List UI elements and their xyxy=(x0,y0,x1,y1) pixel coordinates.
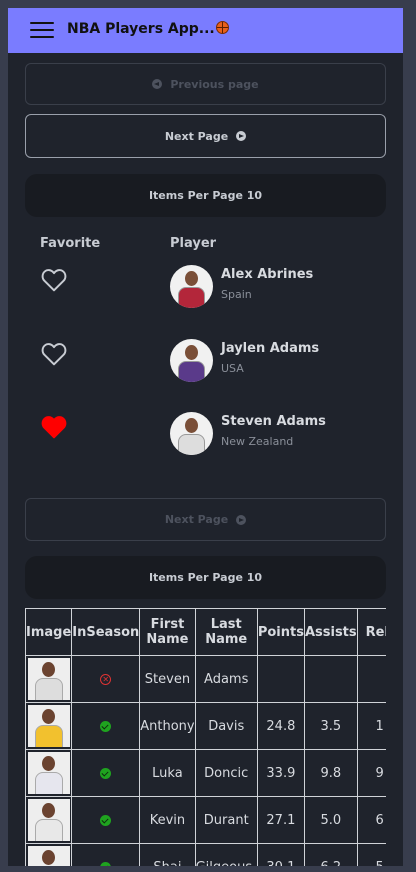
items-per-page-select-bottom[interactable]: Items Per Page 10 xyxy=(25,556,386,599)
check-circle-icon xyxy=(100,767,112,779)
menu-icon[interactable] xyxy=(30,22,54,40)
previous-page-button[interactable]: Previous page xyxy=(25,63,386,105)
cell-points: 24.8 xyxy=(256,702,305,750)
header-last-name: Last Name xyxy=(194,608,258,656)
player-country: New Zealand xyxy=(221,435,294,448)
player-avatar xyxy=(170,265,213,308)
cell-image xyxy=(25,702,73,750)
player-column-header: Player xyxy=(170,236,217,251)
cell-last-name: Gilgeous- xyxy=(194,843,258,866)
cell-rebounds: 5 xyxy=(356,843,386,866)
cell-last-name: Durant xyxy=(194,796,258,844)
cell-first-name: Anthony xyxy=(139,702,196,750)
cell-last-name: Davis xyxy=(194,702,258,750)
cell-rebounds xyxy=(356,655,386,703)
cell-inseason: ✕ xyxy=(71,655,141,703)
cell-assists: 3.5 xyxy=(303,702,358,750)
cell-image xyxy=(25,796,73,844)
heart-outline-icon[interactable] xyxy=(41,268,67,292)
next-page-button-bottom[interactable]: Next Page xyxy=(25,498,386,541)
arrow-right-circle-icon xyxy=(236,514,247,525)
favorite-column-header: Favorite xyxy=(40,236,101,251)
table-header-row: Image InSeason First Name Last Name Poin… xyxy=(25,608,386,656)
app-title: NBA Players App... xyxy=(67,21,229,37)
player-name[interactable]: Steven Adams xyxy=(221,414,326,429)
cell-points: 30.1 xyxy=(256,843,305,866)
players-table[interactable]: Image InSeason First Name Last Name Poin… xyxy=(25,608,386,866)
cell-points xyxy=(256,655,305,703)
cell-assists xyxy=(303,655,358,703)
arrow-right-circle-icon xyxy=(236,131,247,141)
player-name[interactable]: Jaylen Adams xyxy=(221,341,319,356)
table-row[interactable]: Anthony Davis 24.8 3.5 1 xyxy=(25,702,386,750)
player-thumbnail xyxy=(27,658,70,700)
arrow-left-circle-icon xyxy=(152,79,163,89)
cell-last-name: Doncic xyxy=(194,749,258,797)
cell-rebounds: 1 xyxy=(356,702,386,750)
table-row[interactable]: ✕ Steven Adams xyxy=(25,655,386,703)
table-row[interactable]: ShaiGilgeous-30.16.25 xyxy=(25,843,386,866)
heart-filled-icon[interactable] xyxy=(41,415,67,439)
cell-assists: 9.8 xyxy=(303,749,358,797)
cell-inseason xyxy=(71,702,141,750)
header-image: Image xyxy=(25,608,73,656)
header-assists: Assists xyxy=(303,608,358,656)
cell-image xyxy=(25,843,73,866)
basketball-icon xyxy=(215,21,229,34)
table-row[interactable]: Luka Doncic 33.9 9.8 9 xyxy=(25,749,386,797)
player-avatar xyxy=(170,339,213,382)
check-circle-icon xyxy=(100,861,112,866)
player-thumbnail xyxy=(27,799,70,841)
items-per-page-select[interactable]: Items Per Page 10 xyxy=(25,174,386,217)
cell-first-name: Steven xyxy=(139,655,196,703)
next-page-button[interactable]: Next Page xyxy=(25,114,386,158)
header-inseason: InSeason xyxy=(71,608,141,656)
cell-last-name: Adams xyxy=(194,655,258,703)
header-points: Points xyxy=(256,608,305,656)
check-circle-icon xyxy=(100,720,112,732)
player-thumbnail xyxy=(27,705,70,747)
cell-first-name: Shai xyxy=(139,843,196,866)
cell-first-name: Kevin xyxy=(139,796,196,844)
cell-first-name: Luka xyxy=(139,749,196,797)
app-frame: NBA Players App... Previous page Next Pa… xyxy=(8,8,403,866)
player-thumbnail xyxy=(27,752,70,794)
cell-points: 27.1 xyxy=(256,796,305,844)
player-country: Spain xyxy=(221,288,252,301)
cell-rebounds: 9 xyxy=(356,749,386,797)
cell-inseason xyxy=(71,843,141,866)
cell-points: 33.9 xyxy=(256,749,305,797)
cell-assists: 6.2 xyxy=(303,843,358,866)
cell-assists: 5.0 xyxy=(303,796,358,844)
check-circle-icon xyxy=(100,814,112,826)
app-bar: NBA Players App... xyxy=(8,8,403,53)
cell-inseason xyxy=(71,749,141,797)
x-circle-icon: ✕ xyxy=(100,673,112,685)
player-name[interactable]: Alex Abrines xyxy=(221,267,313,282)
header-first-name: First Name xyxy=(139,608,196,656)
header-rebounds: Reb xyxy=(356,608,386,656)
cell-rebounds: 6 xyxy=(356,796,386,844)
player-thumbnail xyxy=(27,846,70,866)
heart-outline-icon[interactable] xyxy=(41,342,67,366)
cell-inseason xyxy=(71,796,141,844)
player-avatar xyxy=(170,412,213,455)
cell-image xyxy=(25,655,73,703)
cell-image xyxy=(25,749,73,797)
player-country: USA xyxy=(221,362,244,375)
table-row[interactable]: Kevin Durant 27.1 5.0 6 xyxy=(25,796,386,844)
